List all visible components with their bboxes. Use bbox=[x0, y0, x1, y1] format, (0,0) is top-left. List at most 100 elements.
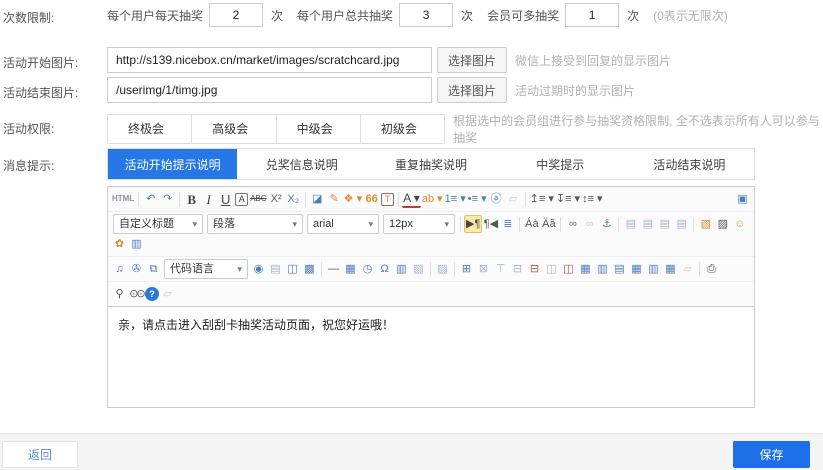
insert-table-icon[interactable]: ⊞ bbox=[458, 260, 475, 278]
horizontal-rule-icon[interactable]: — bbox=[325, 260, 342, 278]
word-image-icon[interactable]: ▧ bbox=[410, 260, 427, 278]
snapshot-icon[interactable]: ▤ bbox=[267, 260, 284, 278]
save-button[interactable]: 保存 bbox=[733, 441, 810, 468]
insert-video-icon[interactable]: ▥ bbox=[128, 235, 145, 253]
code-language-select[interactable]: 代码语言 bbox=[164, 259, 248, 279]
member-level-junior-button[interactable]: 初级会员 bbox=[361, 115, 444, 143]
highlight-color-dropdown[interactable]: ab ▾ bbox=[421, 190, 444, 208]
start-image-label: 活动开始图片: bbox=[3, 54, 78, 71]
emoticon-icon[interactable]: ☺ bbox=[731, 215, 748, 233]
tab-win-tip[interactable]: 中奖提示 bbox=[496, 149, 625, 179]
screenshot-icon[interactable]: ▨ bbox=[714, 215, 731, 233]
merge-right-icon[interactable]: ▥ bbox=[594, 260, 611, 278]
scrawl-icon[interactable]: ✿ bbox=[111, 235, 128, 253]
back-button[interactable]: 返回 bbox=[2, 441, 78, 468]
tab-redeem-info[interactable]: 兑奖信息说明 bbox=[237, 149, 366, 179]
tab-activity-start-tip[interactable]: 活动开始提示说明 bbox=[108, 149, 237, 179]
special-char-icon[interactable]: Ω bbox=[376, 260, 393, 278]
align-left-icon[interactable]: ▤ bbox=[622, 215, 639, 233]
paragraph-format-select[interactable]: 段落 bbox=[207, 214, 303, 234]
redo-icon[interactable]: ↷ bbox=[159, 190, 176, 208]
music-icon[interactable]: ♫ bbox=[111, 260, 128, 278]
column-layout-icon[interactable]: ◫ bbox=[284, 260, 301, 278]
split-row-icon[interactable]: ▥ bbox=[645, 260, 662, 278]
paragraph-style-icon[interactable]: ≣ bbox=[499, 215, 516, 233]
time-icon[interactable]: ◷ bbox=[359, 260, 376, 278]
simple-upload-image-icon[interactable]: ▧ bbox=[697, 215, 714, 233]
code-block-icon[interactable]: ◉ bbox=[250, 260, 267, 278]
subscript-icon[interactable]: X₂ bbox=[285, 190, 302, 208]
underline-icon[interactable]: U bbox=[217, 190, 234, 208]
map-icon[interactable]: ▨ bbox=[434, 260, 451, 278]
rtl-paragraph-icon[interactable]: ¶◀ bbox=[482, 215, 499, 233]
insert-column-icon[interactable]: ◫ bbox=[543, 260, 560, 278]
font-color-dropdown[interactable]: A ▾ bbox=[402, 190, 421, 208]
paragraph-spacing-dropdown[interactable]: ↧≡ ▾ bbox=[555, 190, 581, 208]
align-right-icon[interactable]: ▤ bbox=[656, 215, 673, 233]
remove-format-icon[interactable]: ◪ bbox=[309, 190, 326, 208]
tab-repeat-draw[interactable]: 重复抽奖说明 bbox=[366, 149, 495, 179]
delete-table-icon[interactable]: ⊠ bbox=[475, 260, 492, 278]
search-icon[interactable]: ⚲ bbox=[111, 285, 128, 303]
ltr-paragraph-icon[interactable]: ▶¶ bbox=[464, 215, 482, 233]
font-border-icon[interactable]: A bbox=[235, 193, 248, 206]
undo-icon[interactable]: ↶ bbox=[142, 190, 159, 208]
blank-doc-icon[interactable]: ▱ bbox=[505, 190, 522, 208]
paste-icon[interactable]: ▱ bbox=[159, 285, 176, 303]
start-image-pick-button[interactable]: 选择图片 bbox=[437, 47, 507, 73]
paragraph-indent-dropdown[interactable]: ↥≡ ▾ bbox=[529, 190, 555, 208]
ordered-list-dropdown[interactable]: 1≡ ▾ bbox=[444, 190, 467, 208]
table-background-icon[interactable]: ▱ bbox=[679, 260, 696, 278]
blockquote-icon[interactable]: 66 bbox=[363, 190, 380, 208]
find-replace-icon[interactable]: ⊙⊙ bbox=[128, 285, 145, 303]
fullscreen-icon[interactable]: ▣ bbox=[734, 190, 751, 208]
unordered-list-dropdown[interactable]: •≡ ▾ bbox=[467, 190, 488, 208]
merge-cells-icon[interactable]: ▦ bbox=[577, 260, 594, 278]
insert-row-icon[interactable]: ⊟ bbox=[509, 260, 526, 278]
strikethrough-icon[interactable]: ABC bbox=[249, 190, 267, 208]
link-icon[interactable]: ∞ bbox=[564, 215, 581, 233]
member-level-senior-button[interactable]: 高级会员 bbox=[192, 115, 276, 143]
split-column-icon[interactable]: ▦ bbox=[662, 260, 679, 278]
delete-row-icon[interactable]: ⊟ bbox=[526, 260, 543, 278]
member-level-ultimate-button[interactable]: 终极会员 bbox=[108, 115, 192, 143]
to-lowercase-icon[interactable]: Äã bbox=[540, 215, 557, 233]
superscript-icon[interactable]: X² bbox=[268, 190, 285, 208]
font-size-select[interactable]: 12px bbox=[383, 214, 455, 234]
member-extra-draw-input[interactable] bbox=[565, 3, 619, 27]
html-source-icon[interactable]: HTML bbox=[111, 190, 135, 208]
auto-typeset-dropdown[interactable]: ❖ ▾ bbox=[343, 190, 363, 208]
member-level-middle-button[interactable]: 中级会员 bbox=[277, 115, 361, 143]
tab-activity-end[interactable]: 活动结束说明 bbox=[625, 149, 754, 179]
delete-column-icon[interactable]: ◫ bbox=[560, 260, 577, 278]
custom-style-select[interactable]: 自定义标题 bbox=[113, 214, 203, 234]
italic-icon[interactable]: I bbox=[200, 190, 217, 208]
align-center-icon[interactable]: ▤ bbox=[639, 215, 656, 233]
insert-frame-icon[interactable]: ⧉ bbox=[145, 260, 162, 278]
split-cells-icon[interactable]: ▦ bbox=[628, 260, 645, 278]
quick-format-icon[interactable]: ▥ bbox=[393, 260, 410, 278]
anchor-style-icon[interactable]: ⓐ bbox=[488, 190, 505, 208]
start-image-input[interactable] bbox=[107, 47, 432, 73]
image-manager-icon[interactable]: ▩ bbox=[301, 260, 318, 278]
date-icon[interactable]: ▦ bbox=[342, 260, 359, 278]
to-uppercase-icon[interactable]: Áà bbox=[523, 215, 540, 233]
paste-as-text-icon[interactable]: T bbox=[381, 193, 394, 206]
end-image-pick-button[interactable]: 选择图片 bbox=[437, 77, 507, 103]
align-justify-icon[interactable]: ▤ bbox=[673, 215, 690, 233]
daily-draw-input[interactable] bbox=[209, 3, 263, 27]
total-draw-input[interactable] bbox=[399, 3, 453, 27]
format-painter-icon[interactable]: ✎ bbox=[326, 190, 343, 208]
merge-down-icon[interactable]: ▤ bbox=[611, 260, 628, 278]
attachment-icon[interactable]: ✇ bbox=[128, 260, 145, 278]
font-family-select[interactable]: arial bbox=[307, 214, 379, 234]
end-image-input[interactable] bbox=[107, 77, 432, 103]
print-icon[interactable]: ⎙ bbox=[703, 260, 720, 278]
bold-icon[interactable]: B bbox=[183, 190, 200, 208]
line-spacing-dropdown[interactable]: ↕≡ ▾ bbox=[581, 190, 604, 208]
help-icon[interactable]: ? bbox=[145, 287, 159, 301]
unlink-icon[interactable]: ∞ bbox=[581, 215, 598, 233]
anchor-icon[interactable]: ⚓ bbox=[598, 215, 615, 233]
editor-content[interactable]: 亲，请点击进入刮刮卡抽奖活动页面，祝您好运哦！ bbox=[108, 307, 754, 407]
table-title-icon[interactable]: ⊤ bbox=[492, 260, 509, 278]
